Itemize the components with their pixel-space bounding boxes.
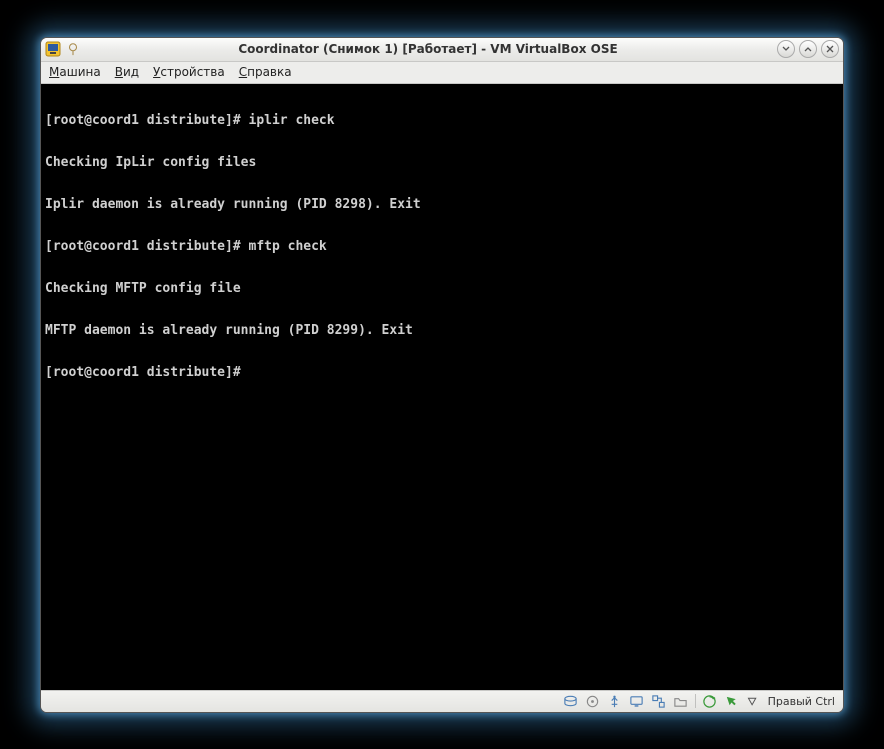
terminal-line: MFTP daemon is already running (PID 8299… bbox=[45, 324, 839, 338]
terminal-line: Iplir daemon is already running (PID 829… bbox=[45, 198, 839, 212]
network-icon[interactable] bbox=[651, 693, 667, 709]
status-separator bbox=[695, 694, 696, 708]
virtualbox-window: Coordinator (Снимок 1) [Работает] - VM V… bbox=[40, 37, 844, 713]
disk-icon[interactable] bbox=[563, 693, 579, 709]
minimize-button[interactable] bbox=[777, 40, 795, 58]
terminal-line: Checking MFTP config file bbox=[45, 282, 839, 296]
menu-machine[interactable]: Машина bbox=[49, 65, 101, 79]
window-title: Coordinator (Снимок 1) [Работает] - VM V… bbox=[85, 42, 771, 56]
terminal-line: Checking IpLir config files bbox=[45, 156, 839, 170]
display-icon[interactable] bbox=[629, 693, 645, 709]
menu-help[interactable]: Справка bbox=[239, 65, 292, 79]
usb-icon[interactable] bbox=[607, 693, 623, 709]
terminal[interactable]: [root@coord1 distribute]# iplir check Ch… bbox=[41, 84, 843, 690]
menu-devices[interactable]: Устройства bbox=[153, 65, 225, 79]
maximize-button[interactable] bbox=[799, 40, 817, 58]
close-button[interactable] bbox=[821, 40, 839, 58]
terminal-line: [root@coord1 distribute]# iplir check bbox=[45, 114, 839, 128]
capture-icon[interactable] bbox=[702, 693, 718, 709]
mouse-integration-icon[interactable] bbox=[724, 693, 740, 709]
hostkey-label: Правый Ctrl bbox=[768, 695, 835, 708]
terminal-line: [root@coord1 distribute]# bbox=[45, 366, 839, 380]
shared-folder-icon[interactable] bbox=[673, 693, 689, 709]
titlebar[interactable]: Coordinator (Снимок 1) [Работает] - VM V… bbox=[41, 38, 843, 62]
pin-icon[interactable] bbox=[65, 41, 81, 57]
hostkey-icon bbox=[746, 694, 760, 708]
menubar: Машина Вид Устройства Справка bbox=[41, 62, 843, 84]
app-icon bbox=[45, 41, 61, 57]
menu-view[interactable]: Вид bbox=[115, 65, 139, 79]
server-icon[interactable] bbox=[585, 693, 601, 709]
statusbar: Правый Ctrl bbox=[41, 690, 843, 712]
terminal-line: [root@coord1 distribute]# mftp check bbox=[45, 240, 839, 254]
